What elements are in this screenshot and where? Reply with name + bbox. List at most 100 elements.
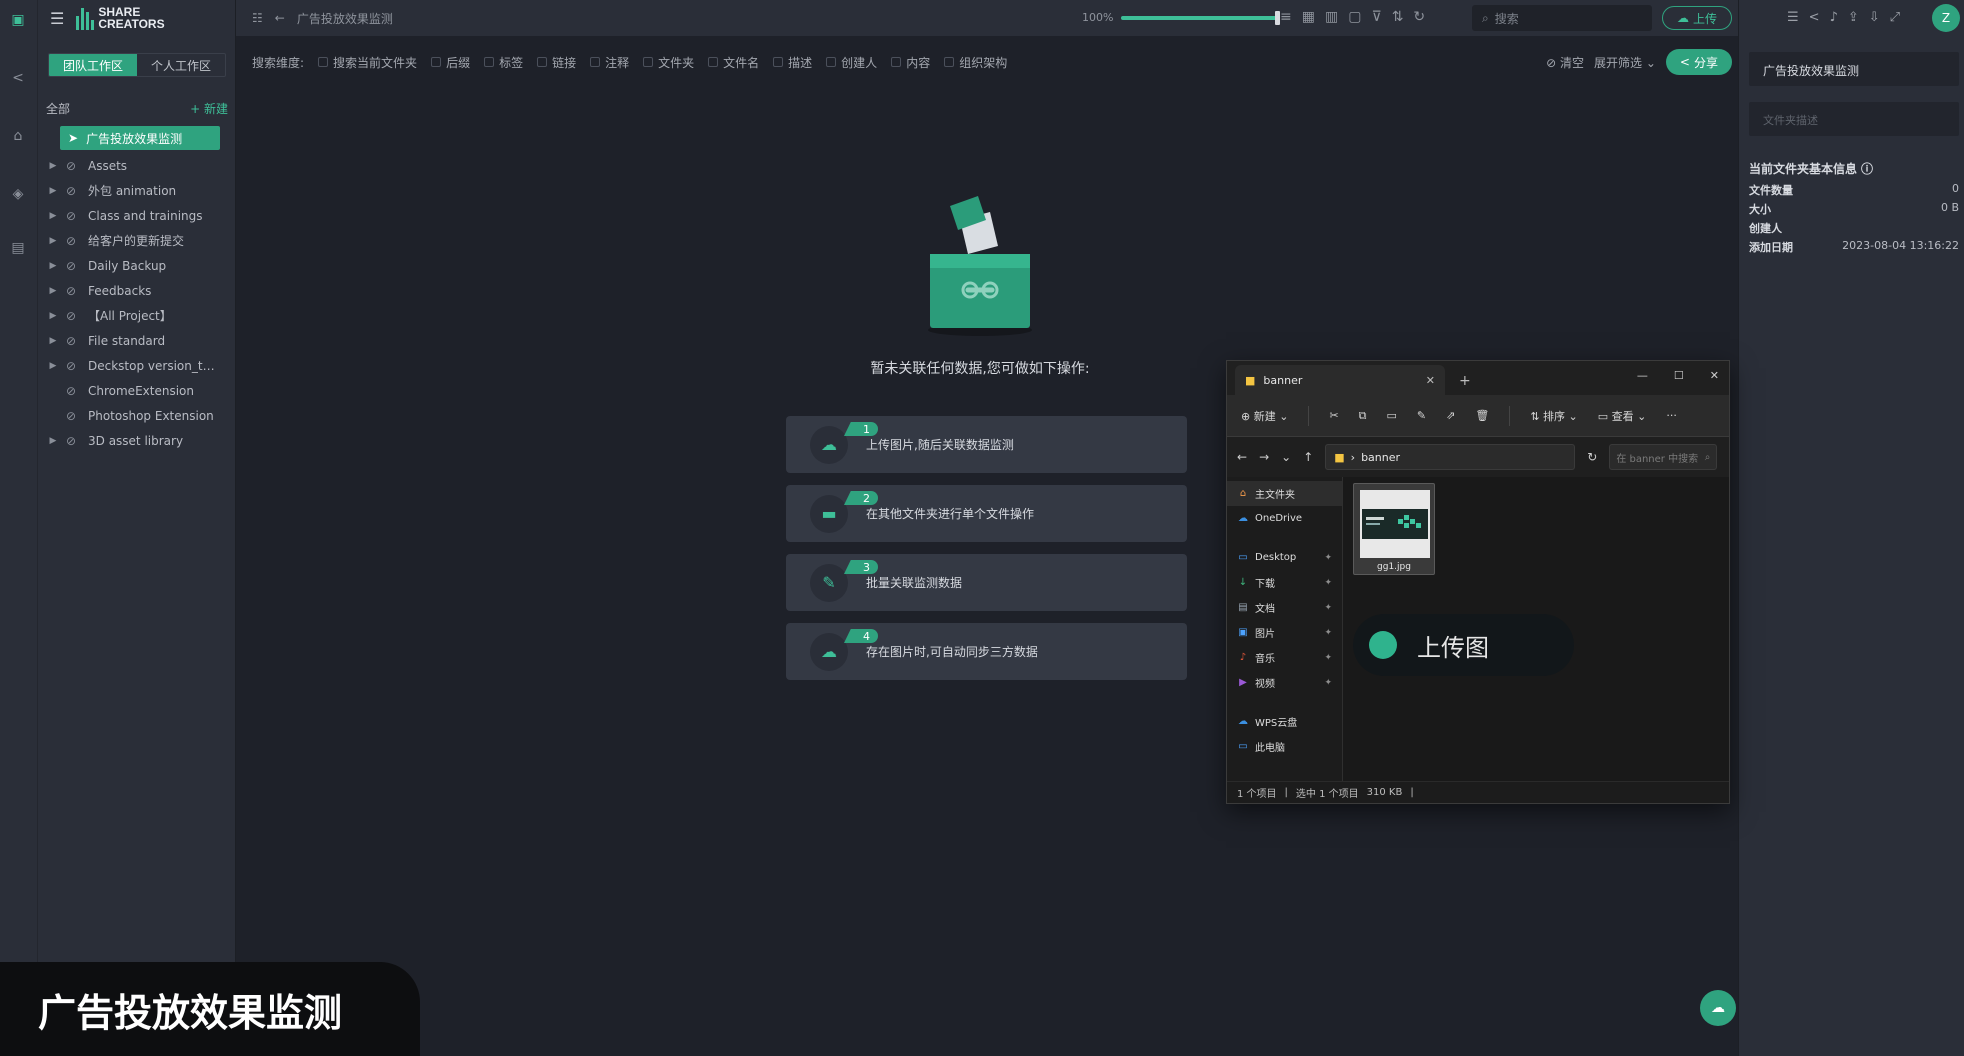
- new-folder-button[interactable]: + 新建: [190, 100, 228, 117]
- filter-checkbox[interactable]: 创建人: [826, 54, 877, 71]
- list-icon[interactable]: ☷: [252, 11, 263, 25]
- filter-checkbox[interactable]: 后缀: [431, 54, 470, 71]
- caret-right-icon[interactable]: ▶: [46, 161, 60, 171]
- explorer-nav-item[interactable]: ☁ OneDrive: [1227, 506, 1342, 531]
- minimize-icon[interactable]: —: [1637, 369, 1648, 382]
- share-icon[interactable]: ⇗: [1446, 409, 1455, 422]
- up-icon[interactable]: ↑: [1303, 450, 1313, 464]
- caret-right-icon[interactable]: ▶: [46, 361, 60, 371]
- filter-checkbox[interactable]: 搜索当前文件夹: [318, 54, 417, 71]
- explorer-nav-item[interactable]: ↓ 下载 ✦: [1227, 570, 1342, 595]
- explorer-nav-item[interactable]: ☁ WPS云盘: [1227, 709, 1342, 734]
- share-button[interactable]: < 分享: [1665, 49, 1732, 75]
- sidebar-item[interactable]: ⊘ ChromeExtension: [46, 378, 236, 403]
- grid-view-icon[interactable]: ▢: [1348, 9, 1361, 25]
- floating-upload-button[interactable]: ☁: [1700, 990, 1736, 1026]
- step-card[interactable]: 2 ▬ 在其他文件夹进行单个文件操作: [786, 485, 1187, 542]
- sidebar-item[interactable]: ▶ ⊘ File standard: [46, 328, 236, 353]
- back-arrow-icon[interactable]: ←: [275, 11, 285, 25]
- caret-right-icon[interactable]: ▶: [46, 286, 60, 296]
- refresh-icon[interactable]: ↻: [1587, 450, 1597, 464]
- sidebar-item[interactable]: ▶ ⊘ Feedbacks: [46, 278, 236, 303]
- pin-icon[interactable]: ✦: [1324, 678, 1332, 688]
- archive-icon[interactable]: ▤: [6, 236, 30, 260]
- explorer-nav-item[interactable]: ▭ 此电脑: [1227, 734, 1342, 759]
- close-tab-icon[interactable]: ✕: [1426, 374, 1435, 387]
- caret-right-icon[interactable]: ▶: [46, 186, 60, 196]
- upload-icon[interactable]: ⇪: [1848, 10, 1859, 25]
- sort-button[interactable]: ⇅ 排序 ⌄: [1530, 408, 1577, 424]
- close-icon[interactable]: ✕: [1710, 369, 1719, 382]
- caret-right-icon[interactable]: ▶: [46, 236, 60, 246]
- folder-description-field[interactable]: 文件夹描述: [1749, 102, 1959, 136]
- caret-right-icon[interactable]: ▶: [46, 261, 60, 271]
- filter-checkbox[interactable]: 链接: [537, 54, 576, 71]
- pin-icon[interactable]: ✦: [1324, 653, 1332, 663]
- address-path[interactable]: ■ › banner: [1325, 444, 1576, 470]
- file-thumbnail[interactable]: gg1.jpg: [1353, 483, 1435, 575]
- panel-toggle-icon[interactable]: ☰: [1787, 10, 1799, 25]
- share-icon[interactable]: <: [6, 66, 30, 90]
- explorer-nav-item[interactable]: ▶ 视频 ✦: [1227, 670, 1342, 695]
- filter-checkbox[interactable]: 组织架构: [944, 54, 1007, 71]
- info-icon[interactable]: ⓘ: [1861, 160, 1873, 177]
- caret-right-icon[interactable]: ▶: [46, 211, 60, 221]
- filter-checkbox[interactable]: 文件夹: [643, 54, 694, 71]
- pin-icon[interactable]: ✦: [1324, 603, 1332, 613]
- copy-icon[interactable]: ⧉: [1359, 409, 1367, 423]
- sidebar-item[interactable]: ▶ ⊘ 给客户的更新提交: [46, 228, 236, 253]
- caret-right-icon[interactable]: ▶: [46, 311, 60, 321]
- app-icon[interactable]: ▣: [6, 8, 30, 32]
- sidebar-item[interactable]: ▶ ⊘ Deckstop version_tutor...: [46, 353, 236, 378]
- tab-personal-workspace[interactable]: 个人工作区: [137, 54, 225, 76]
- step-card[interactable]: 3 ✎ 批量关联监测数据: [786, 554, 1187, 611]
- download-icon[interactable]: ⇩: [1869, 10, 1880, 25]
- cut-icon[interactable]: ✂: [1329, 409, 1338, 422]
- forward-icon[interactable]: →: [1259, 450, 1269, 464]
- expand-filter-button[interactable]: 展开筛选 ⌄: [1594, 54, 1656, 71]
- filter-checkbox[interactable]: 注释: [590, 54, 629, 71]
- search-input[interactable]: ⌕ 搜索: [1472, 5, 1652, 31]
- filter-icon[interactable]: ⊽: [1371, 9, 1381, 25]
- folder-name-field[interactable]: 广告投放效果监测: [1749, 52, 1959, 86]
- sidebar-item[interactable]: ▶ ⊘ 【All Project】: [46, 303, 236, 328]
- back-icon[interactable]: ←: [1237, 450, 1247, 464]
- explorer-nav-item[interactable]: ⌂ 主文件夹: [1227, 481, 1342, 506]
- delete-icon[interactable]: 🗑: [1475, 409, 1489, 422]
- list-view-icon[interactable]: ≡: [1280, 9, 1292, 25]
- explorer-search-input[interactable]: 在 banner 中搜索 ⌕: [1609, 444, 1718, 470]
- sort-icon[interactable]: ⇅: [1392, 9, 1404, 25]
- pin-icon[interactable]: ✦: [1324, 553, 1332, 563]
- filter-checkbox[interactable]: 描述: [773, 54, 812, 71]
- filter-checkbox[interactable]: 标签: [484, 54, 523, 71]
- fullscreen-icon[interactable]: ⤢: [1890, 10, 1900, 25]
- caret-right-icon[interactable]: ▶: [46, 436, 60, 446]
- filter-checkbox[interactable]: 文件名: [708, 54, 759, 71]
- view-button[interactable]: ▭ 查看 ⌄: [1598, 408, 1647, 424]
- pin-icon[interactable]: ✦: [1324, 578, 1332, 588]
- explorer-nav-item[interactable]: ▭ Desktop ✦: [1227, 545, 1342, 570]
- share-icon[interactable]: <: [1809, 10, 1820, 25]
- sidebar-item[interactable]: ▶ ⊘ Assets: [46, 153, 236, 178]
- home-icon[interactable]: ⌂: [6, 124, 30, 148]
- new-button[interactable]: ⊕ 新建 ⌄: [1241, 408, 1288, 424]
- tab-team-workspace[interactable]: 团队工作区: [49, 54, 137, 76]
- sidebar-item[interactable]: ▶ ⊘ 外包 animation: [46, 178, 236, 203]
- sidebar-item[interactable]: ⊘ Photoshop Extension: [46, 403, 236, 428]
- refresh-icon[interactable]: ↻: [1413, 9, 1425, 25]
- bell-icon[interactable]: ♪: [1830, 10, 1838, 25]
- step-card[interactable]: 4 ☁ 存在图片时,可自动同步三方数据: [786, 623, 1187, 680]
- detail-view-icon[interactable]: ▦: [1302, 9, 1315, 25]
- explorer-tab[interactable]: ■ banner ✕: [1235, 365, 1445, 395]
- waterfall-view-icon[interactable]: ▥: [1325, 9, 1338, 25]
- all-label[interactable]: 全部: [46, 100, 70, 117]
- sidebar-item-active[interactable]: ➤ 广告投放效果监测: [60, 126, 220, 150]
- sidebar-item[interactable]: ▶ ⊘ 3D asset library: [46, 428, 236, 453]
- zoom-slider[interactable]: [1121, 10, 1281, 25]
- caret-right-icon[interactable]: ▶: [46, 336, 60, 346]
- sidebar-item[interactable]: ▶ ⊘ Daily Backup: [46, 253, 236, 278]
- maximize-icon[interactable]: ☐: [1674, 369, 1684, 382]
- rename-icon[interactable]: ✎: [1417, 409, 1426, 422]
- sidebar-item[interactable]: ▶ ⊘ Class and trainings: [46, 203, 236, 228]
- step-card[interactable]: 1 ☁ 上传图片,随后关联数据监测: [786, 416, 1187, 473]
